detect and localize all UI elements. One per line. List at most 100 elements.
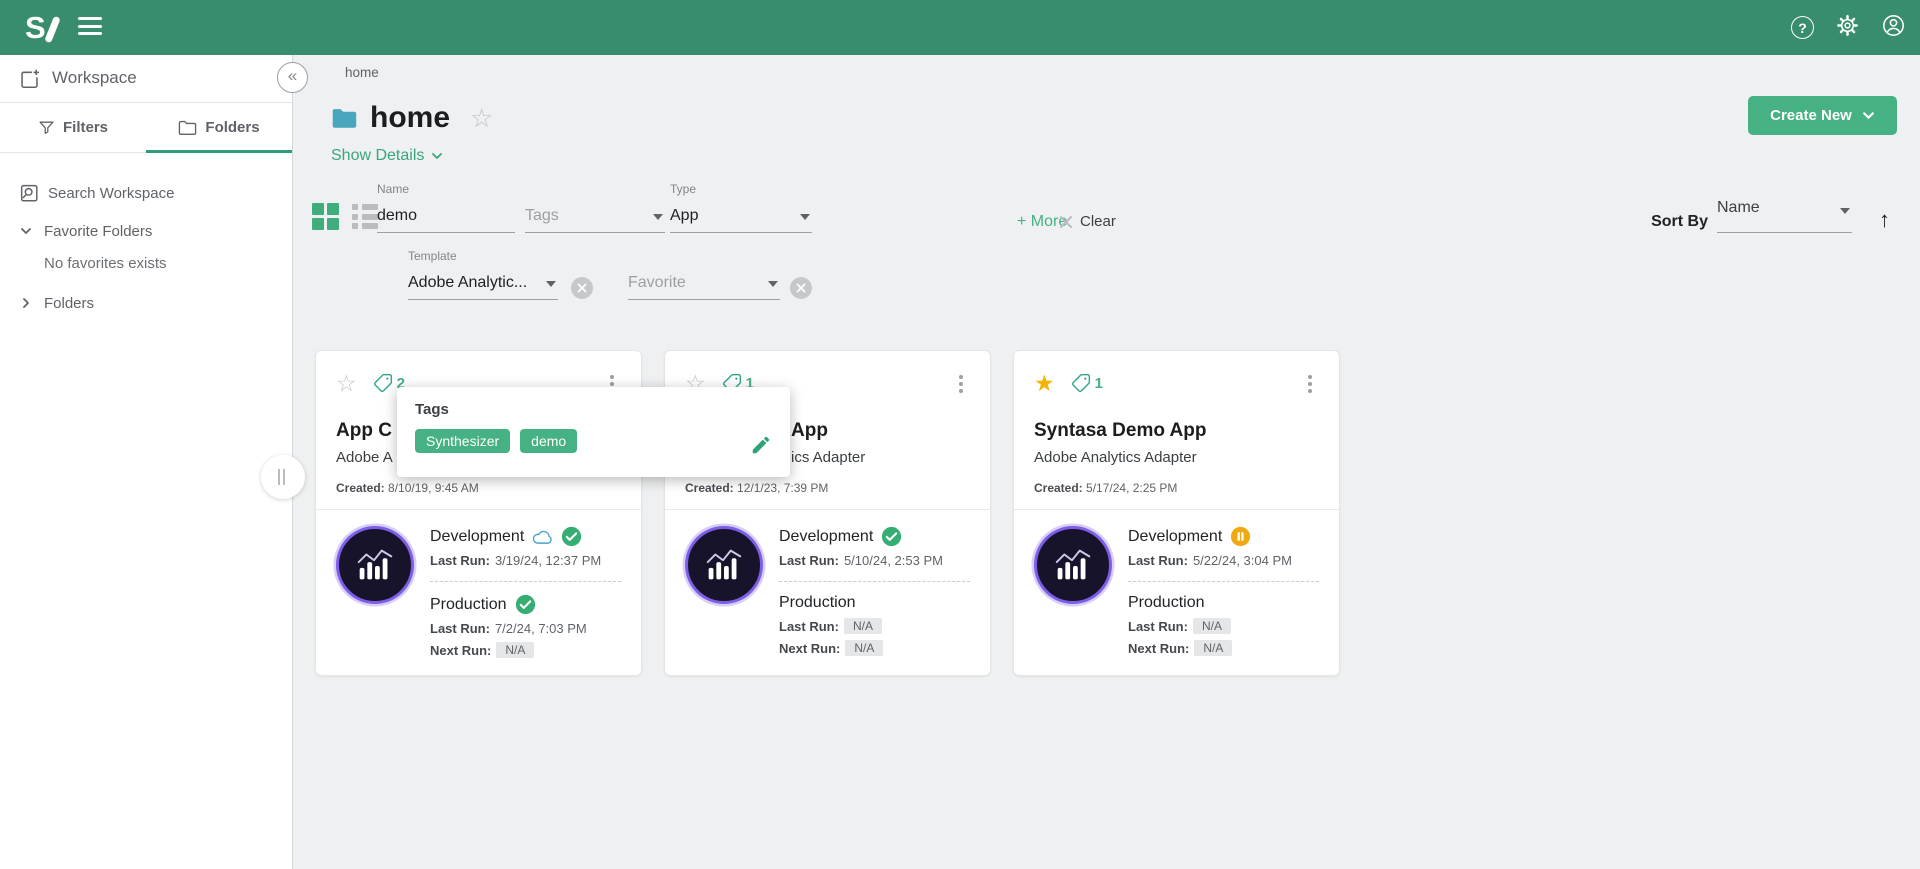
prod-next-run: Next Run: N/A xyxy=(430,642,621,658)
app-header: S ? xyxy=(0,0,1920,55)
syntasa-logo: S xyxy=(25,10,56,46)
na-badge: N/A xyxy=(1193,618,1231,634)
tab-folders[interactable]: Folders xyxy=(146,103,292,152)
environment-label: Development xyxy=(430,528,524,546)
sidebar-tabs: Filters Folders xyxy=(0,103,292,153)
success-check-icon xyxy=(561,526,582,547)
environment-label: Production xyxy=(779,594,856,612)
no-favorites-text: No favorites exists xyxy=(44,255,167,272)
logo-text: S xyxy=(25,10,45,46)
workspace-header: Workspace xyxy=(0,55,292,103)
show-details-link[interactable]: Show Details xyxy=(331,147,443,165)
na-badge: N/A xyxy=(496,642,534,658)
x-icon xyxy=(796,283,806,293)
divider xyxy=(430,581,621,582)
tag-chip: demo xyxy=(520,429,577,453)
search-workspace-icon xyxy=(18,182,40,204)
settings-gear-icon[interactable] xyxy=(1836,14,1859,42)
grid-view-toggle[interactable] xyxy=(312,203,339,230)
clear-favorite-filter-button[interactable] xyxy=(790,277,812,299)
cloud-icon xyxy=(532,529,553,545)
prod-last-run: Last Run: N/A xyxy=(1128,618,1319,634)
clear-template-filter-button[interactable] xyxy=(571,277,593,299)
app-chart-icon xyxy=(336,526,414,604)
clear-filters-link[interactable]: Clear xyxy=(1059,213,1116,230)
prod-last-run: Last Run: N/A xyxy=(779,618,970,634)
card-title: App xyxy=(791,419,970,443)
template-filter-dropdown[interactable]: Template Adobe Analytic... xyxy=(408,247,558,300)
account-icon[interactable] xyxy=(1881,13,1906,43)
list-view-toggle[interactable] xyxy=(352,203,379,230)
app-card[interactable]: ★ 1 Syntasa Demo App Adobe Analytics Ada… xyxy=(1013,350,1340,676)
tags-popup-title: Tags xyxy=(415,401,772,418)
tags-filter-dropdown[interactable]: Tags xyxy=(525,180,665,233)
environment-label: Production xyxy=(430,596,507,614)
tag-icon xyxy=(373,373,393,393)
collapse-sidebar-button[interactable]: « xyxy=(277,62,308,93)
dev-last-run: Last Run: 5/22/24, 3:04 PM xyxy=(1128,553,1319,568)
prod-last-run: Last Run: 7/2/24, 7:03 PM xyxy=(430,621,621,636)
environment-label: Development xyxy=(779,528,873,546)
workspace-sidebar: Workspace Filters Folders Search Workspa… xyxy=(0,55,293,869)
logo-slash-mark xyxy=(44,15,61,43)
card-title: Syntasa Demo App xyxy=(1034,419,1319,443)
sort-by-dropdown[interactable]: Name xyxy=(1717,195,1852,233)
folder-icon xyxy=(331,107,358,130)
success-check-icon xyxy=(515,594,536,615)
caret-down-icon xyxy=(768,281,778,287)
name-filter-label: Name xyxy=(377,182,409,196)
caret-down-icon xyxy=(800,214,810,220)
tags-tooltip-popup: Tags Synthesizer demo xyxy=(397,387,790,477)
card-created: Created: 8/10/19, 9:45 AM xyxy=(336,481,621,495)
chevron-down-icon xyxy=(20,227,32,235)
caret-down-icon xyxy=(1840,208,1850,214)
card-menu-kebab[interactable] xyxy=(952,373,970,393)
favorite-folders-label: Favorite Folders xyxy=(44,223,152,240)
card-created: Created: 12/1/23, 7:39 PM xyxy=(685,481,970,495)
card-tags-indicator[interactable]: 1 xyxy=(1071,373,1103,393)
prod-next-run: Next Run: N/A xyxy=(1128,640,1319,656)
dev-last-run: Last Run: 3/19/24, 12:37 PM xyxy=(430,553,621,568)
breadcrumb[interactable]: home xyxy=(345,65,379,80)
caret-down-icon xyxy=(546,281,556,287)
create-new-button[interactable]: Create New xyxy=(1748,96,1897,135)
hamburger-menu-icon[interactable] xyxy=(78,17,102,40)
favorite-star-icon[interactable]: ☆ xyxy=(470,103,493,134)
help-icon[interactable]: ? xyxy=(1791,16,1814,39)
prod-next-run: Next Run: N/A xyxy=(779,640,970,656)
type-filter-dropdown[interactable]: Type App xyxy=(670,180,812,233)
tag-chip: Synthesizer xyxy=(415,429,510,453)
new-workspace-icon[interactable] xyxy=(18,68,41,91)
divider xyxy=(779,581,970,582)
na-badge: N/A xyxy=(844,618,882,634)
app-chart-icon xyxy=(685,526,763,604)
chevron-right-icon xyxy=(22,297,30,309)
card-star-icon-filled[interactable]: ★ xyxy=(1034,372,1055,394)
sort-direction-ascending-icon[interactable]: ↑ xyxy=(1879,207,1890,233)
main-content: « home home ☆ Show Details Create New Na… xyxy=(293,55,1920,869)
folders-label: Folders xyxy=(44,295,94,312)
sidebar-resize-handle[interactable] xyxy=(261,455,305,499)
x-icon xyxy=(577,283,587,293)
favorite-filter-dropdown[interactable]: Favorite xyxy=(628,247,780,300)
dev-last-run: Last Run: 5/10/24, 2:53 PM xyxy=(779,553,970,568)
na-badge: N/A xyxy=(845,640,883,656)
page-title: home xyxy=(370,101,450,135)
tab-filters[interactable]: Filters xyxy=(0,103,146,152)
type-filter-label: Type xyxy=(670,182,696,196)
search-workspace-label: Search Workspace xyxy=(48,185,174,202)
caret-down-icon xyxy=(653,214,663,220)
sidebar-title: Workspace xyxy=(52,68,137,88)
chevron-down-icon xyxy=(431,152,443,160)
app-chart-icon xyxy=(1034,526,1112,604)
sort-by-label: Sort By xyxy=(1651,213,1708,231)
paused-status-icon xyxy=(1230,526,1251,547)
card-star-icon[interactable]: ☆ xyxy=(336,372,357,394)
card-menu-kebab[interactable] xyxy=(1301,373,1319,393)
environment-label: Development xyxy=(1128,528,1222,546)
edit-tags-pencil-icon[interactable] xyxy=(750,434,772,461)
divider xyxy=(1128,581,1319,582)
card-subtitle: ics Adapter xyxy=(791,448,970,468)
name-filter-input[interactable]: Name demo xyxy=(377,180,515,233)
template-filter-label: Template xyxy=(408,249,457,263)
